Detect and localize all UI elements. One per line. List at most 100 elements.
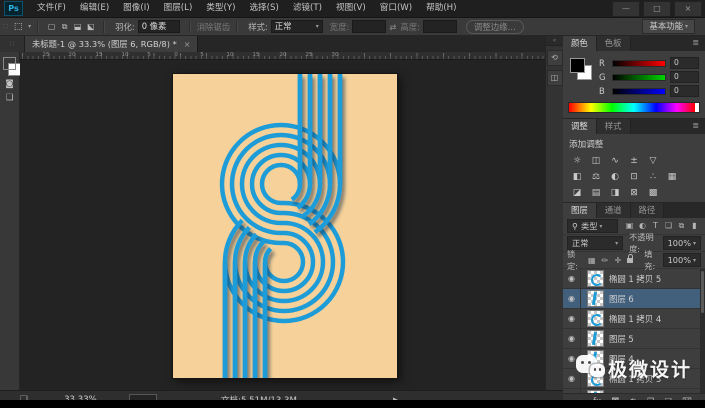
visibility-cell[interactable]: ◉ (563, 329, 581, 348)
menu-item[interactable]: 帮助(H) (420, 0, 462, 17)
lock-position-icon[interactable]: ✛ (611, 256, 624, 265)
width-input[interactable] (352, 20, 387, 33)
maximize-button[interactable]: □ (643, 0, 671, 17)
properties-panel-icon[interactable]: ◫ (546, 70, 563, 86)
filter-image-icon[interactable]: ▣ (623, 221, 636, 231)
channel-value[interactable]: 0 (670, 85, 699, 97)
eye-icon[interactable]: ◉ (568, 334, 575, 343)
filter-type-icon[interactable]: T (649, 221, 662, 231)
levels-icon[interactable]: ◫ (588, 153, 604, 168)
channel-value[interactable]: 0 (670, 71, 699, 83)
panel-tab[interactable]: 调整 (563, 119, 597, 134)
foreground-color-swatch[interactable] (2, 57, 16, 70)
color-spectrum-bar[interactable] (568, 102, 700, 113)
filter-smart-icon[interactable]: ⧉ (675, 221, 688, 231)
selection-mode-button[interactable]: ⬓ (71, 22, 84, 32)
lock-transparent-icon[interactable]: ▦ (585, 256, 598, 265)
eye-icon[interactable]: ◉ (568, 294, 575, 303)
opacity-value[interactable]: 100% ▾ (662, 236, 701, 250)
expand-panels-icon[interactable]: « (546, 36, 563, 46)
layer-thumbnail[interactable] (587, 290, 604, 307)
height-input[interactable] (422, 20, 457, 33)
visibility-cell[interactable]: ◉ (563, 309, 581, 328)
brightness-contrast-icon[interactable]: ☼ (569, 153, 585, 168)
canvas-document[interactable] (172, 73, 398, 379)
menu-item[interactable]: 窗口(W) (374, 0, 418, 17)
selective-color-icon[interactable]: ⊠ (626, 185, 642, 200)
layer-row[interactable]: ◉ 图层 6 (563, 289, 705, 309)
tool-dock-grabber[interactable]: ∷ (0, 36, 25, 52)
swap-dimensions-icon[interactable]: ⇄ (389, 22, 396, 32)
menu-item[interactable]: 图像(I) (117, 0, 155, 17)
filter-shape-icon[interactable]: ❏ (662, 221, 675, 231)
document-tab[interactable]: 未标题-1 @ 33.3% (图层 6, RGB/8) * × (25, 36, 199, 52)
canvas-area[interactable] (20, 60, 545, 390)
hue-saturation-icon[interactable]: ◧ (569, 169, 585, 184)
layer-thumbnail[interactable] (587, 310, 604, 327)
antialias-checkbox[interactable]: 消除锯齿 (197, 21, 231, 33)
layer-row[interactable]: ◉ 椭圆 1 拷贝 4 (563, 309, 705, 329)
history-panel-icon[interactable]: ⟲ (546, 50, 563, 66)
channel-slider[interactable] (612, 73, 666, 81)
black-white-icon[interactable]: ◐ (607, 169, 623, 184)
eye-icon[interactable]: ◉ (568, 274, 575, 283)
menu-item[interactable]: 文件(F) (31, 0, 72, 17)
visibility-cell[interactable]: ◉ (563, 269, 581, 288)
panel-tab[interactable]: 样式 (596, 119, 631, 134)
layer-name[interactable]: 椭圆 1 拷贝 4 (609, 313, 661, 325)
color-balance-icon[interactable]: ⚖ (588, 169, 604, 184)
panel-tab[interactable]: 通道 (596, 203, 631, 218)
vibrance-icon[interactable]: ▽ (645, 153, 661, 168)
current-tool-icon[interactable]: ⬚ (10, 22, 26, 32)
exposure-icon[interactable]: ± (626, 153, 642, 168)
minimize-button[interactable]: — (612, 0, 640, 17)
layer-thumbnail[interactable] (587, 390, 604, 393)
screen-mode-button[interactable]: ❏ (1, 91, 19, 105)
close-tab-icon[interactable]: × (184, 40, 191, 49)
layer-thumbnail[interactable] (587, 330, 604, 347)
selection-mode-button[interactable]: ⬕ (84, 22, 97, 32)
menu-item[interactable]: 图层(L) (158, 0, 199, 17)
visibility-cell[interactable]: ◉ (563, 389, 581, 393)
panel-tab[interactable]: 图层 (563, 203, 597, 218)
photo-filter-icon[interactable]: ⊡ (626, 169, 642, 184)
chevron-down-icon[interactable]: ▾ (28, 23, 31, 30)
menu-item[interactable]: 滤镜(T) (287, 0, 328, 17)
posterize-icon[interactable]: ▤ (588, 185, 604, 200)
close-button[interactable]: × (674, 0, 702, 17)
layer-name[interactable]: 图层 5 (609, 333, 634, 345)
layer-name[interactable]: 图层 6 (609, 293, 634, 305)
eye-icon[interactable]: ◉ (568, 314, 575, 323)
panel-menu-icon[interactable]: ≣ (692, 38, 699, 47)
visibility-cell[interactable]: ◉ (563, 289, 581, 308)
quick-mask-button[interactable]: ◙ (1, 77, 19, 91)
filter-kind-select[interactable]: ⚲ 类型 ▾ (567, 219, 618, 233)
panel-tab[interactable]: 颜色 (563, 36, 597, 51)
lock-all-icon[interactable] (627, 253, 634, 263)
layer-name[interactable]: 椭圆 1 拷贝 5 (609, 273, 661, 285)
menu-item[interactable]: 视图(V) (330, 0, 372, 17)
menu-item[interactable]: 选择(S) (243, 0, 284, 17)
selection-mode-button[interactable]: ▢ (45, 22, 58, 32)
invert-icon[interactable]: ◪ (569, 185, 585, 200)
threshold-icon[interactable]: ◨ (607, 185, 623, 200)
layer-row[interactable]: ◉ 图层 3 (563, 389, 705, 393)
panel-tab[interactable]: 色板 (596, 36, 631, 51)
workspace-switcher[interactable]: 基本功能 ▾ (642, 19, 695, 34)
refine-edge-button[interactable]: 调整边缘… (465, 19, 524, 34)
panel-menu-icon[interactable]: ≣ (692, 121, 699, 130)
filter-adjustment-icon[interactable]: ◐ (636, 221, 649, 231)
layer-row[interactable]: ◉ 图层 5 (563, 329, 705, 349)
style-select[interactable]: 正常 ▾ (270, 20, 323, 33)
feather-input[interactable]: 0 像素 (137, 20, 180, 33)
horizontal-ruler[interactable]: 25 20 15 10 5 0 5 10 15 20 25 30 (20, 51, 545, 60)
selection-mode-button[interactable]: ⧉ (58, 22, 71, 32)
curves-icon[interactable]: ∿ (607, 153, 623, 168)
panel-foreground-swatch[interactable] (570, 58, 585, 73)
channel-mixer-icon[interactable]: ∴ (645, 169, 661, 184)
filter-toggle-icon[interactable]: ▮ (688, 221, 701, 231)
layer-row[interactable]: ◉ 椭圆 1 拷贝 5 (563, 269, 705, 289)
channel-slider[interactable] (612, 59, 666, 67)
menu-item[interactable]: 编辑(E) (74, 0, 115, 17)
channel-value[interactable]: 0 (670, 57, 699, 69)
